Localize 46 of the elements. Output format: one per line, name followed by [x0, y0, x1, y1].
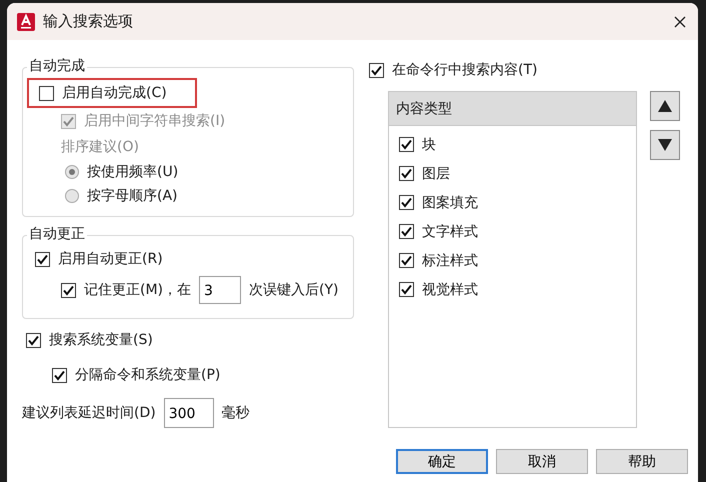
checkbox-label: 文字样式	[422, 222, 478, 240]
group-title: 自动完成	[27, 57, 87, 75]
move-up-button[interactable]	[650, 91, 680, 121]
down-triangle-icon	[658, 139, 672, 151]
count-field[interactable]: 3	[199, 276, 242, 304]
section-label: 排序建议(O)	[61, 138, 139, 156]
checkbox[interactable]	[26, 332, 41, 348]
checkbox-label: 启用中间字符串搜索(I)	[84, 112, 226, 130]
checkbox[interactable]	[35, 252, 50, 266]
dialog-button[interactable]: 帮助	[596, 449, 688, 474]
dialog-button[interactable]: 确定	[396, 449, 488, 474]
group-title: 自动更正	[27, 225, 87, 243]
radio-label: 按字母顺序(A)	[87, 187, 178, 205]
checkbox[interactable]	[399, 224, 414, 239]
radio-label: 按使用频率(U)	[87, 163, 178, 181]
dialog-button[interactable]: 取消	[496, 449, 588, 474]
checkbox-label: 图层	[422, 164, 450, 182]
app-icon	[17, 12, 35, 30]
checkbox[interactable]	[399, 166, 414, 181]
column-header: 内容类型	[389, 92, 636, 126]
unit-label: 毫秒	[222, 404, 250, 422]
checkbox[interactable]	[61, 282, 76, 298]
checkbox[interactable]	[399, 137, 414, 152]
checkbox-label: 启用自动更正(R)	[58, 250, 163, 268]
checkbox-label: 在命令行中搜索内容(T)	[392, 61, 538, 79]
checkbox[interactable]	[369, 62, 384, 78]
checkbox-label: 视觉样式	[422, 280, 478, 298]
checkbox-label: 搜索系统变量(S)	[49, 331, 153, 349]
checkbox-label: 记住更正(M)，在	[84, 281, 192, 299]
checkbox[interactable]	[39, 86, 54, 100]
move-down-button[interactable]	[650, 130, 680, 160]
up-triangle-icon	[658, 100, 672, 112]
window-title: 输入搜索选项	[43, 12, 134, 31]
delay-field[interactable]: 300	[164, 398, 214, 428]
checkbox-label: 标注样式	[422, 252, 478, 270]
checkbox-label: 启用自动完成(C)	[62, 84, 167, 102]
checkbox-label: 图案填充	[422, 194, 478, 212]
field-label: 建议列表延迟时间(D)	[22, 404, 156, 422]
checkbox-label: 分隔命令和系统变量(P)	[75, 366, 220, 384]
checkbox[interactable]	[399, 195, 414, 210]
close-icon[interactable]	[674, 16, 686, 28]
checkbox-label: 块	[422, 136, 436, 154]
checkbox[interactable]	[399, 282, 414, 297]
field-suffix: 次误键入后(Y)	[249, 281, 338, 299]
checkbox[interactable]	[52, 368, 67, 382]
checkbox[interactable]	[399, 253, 414, 268]
